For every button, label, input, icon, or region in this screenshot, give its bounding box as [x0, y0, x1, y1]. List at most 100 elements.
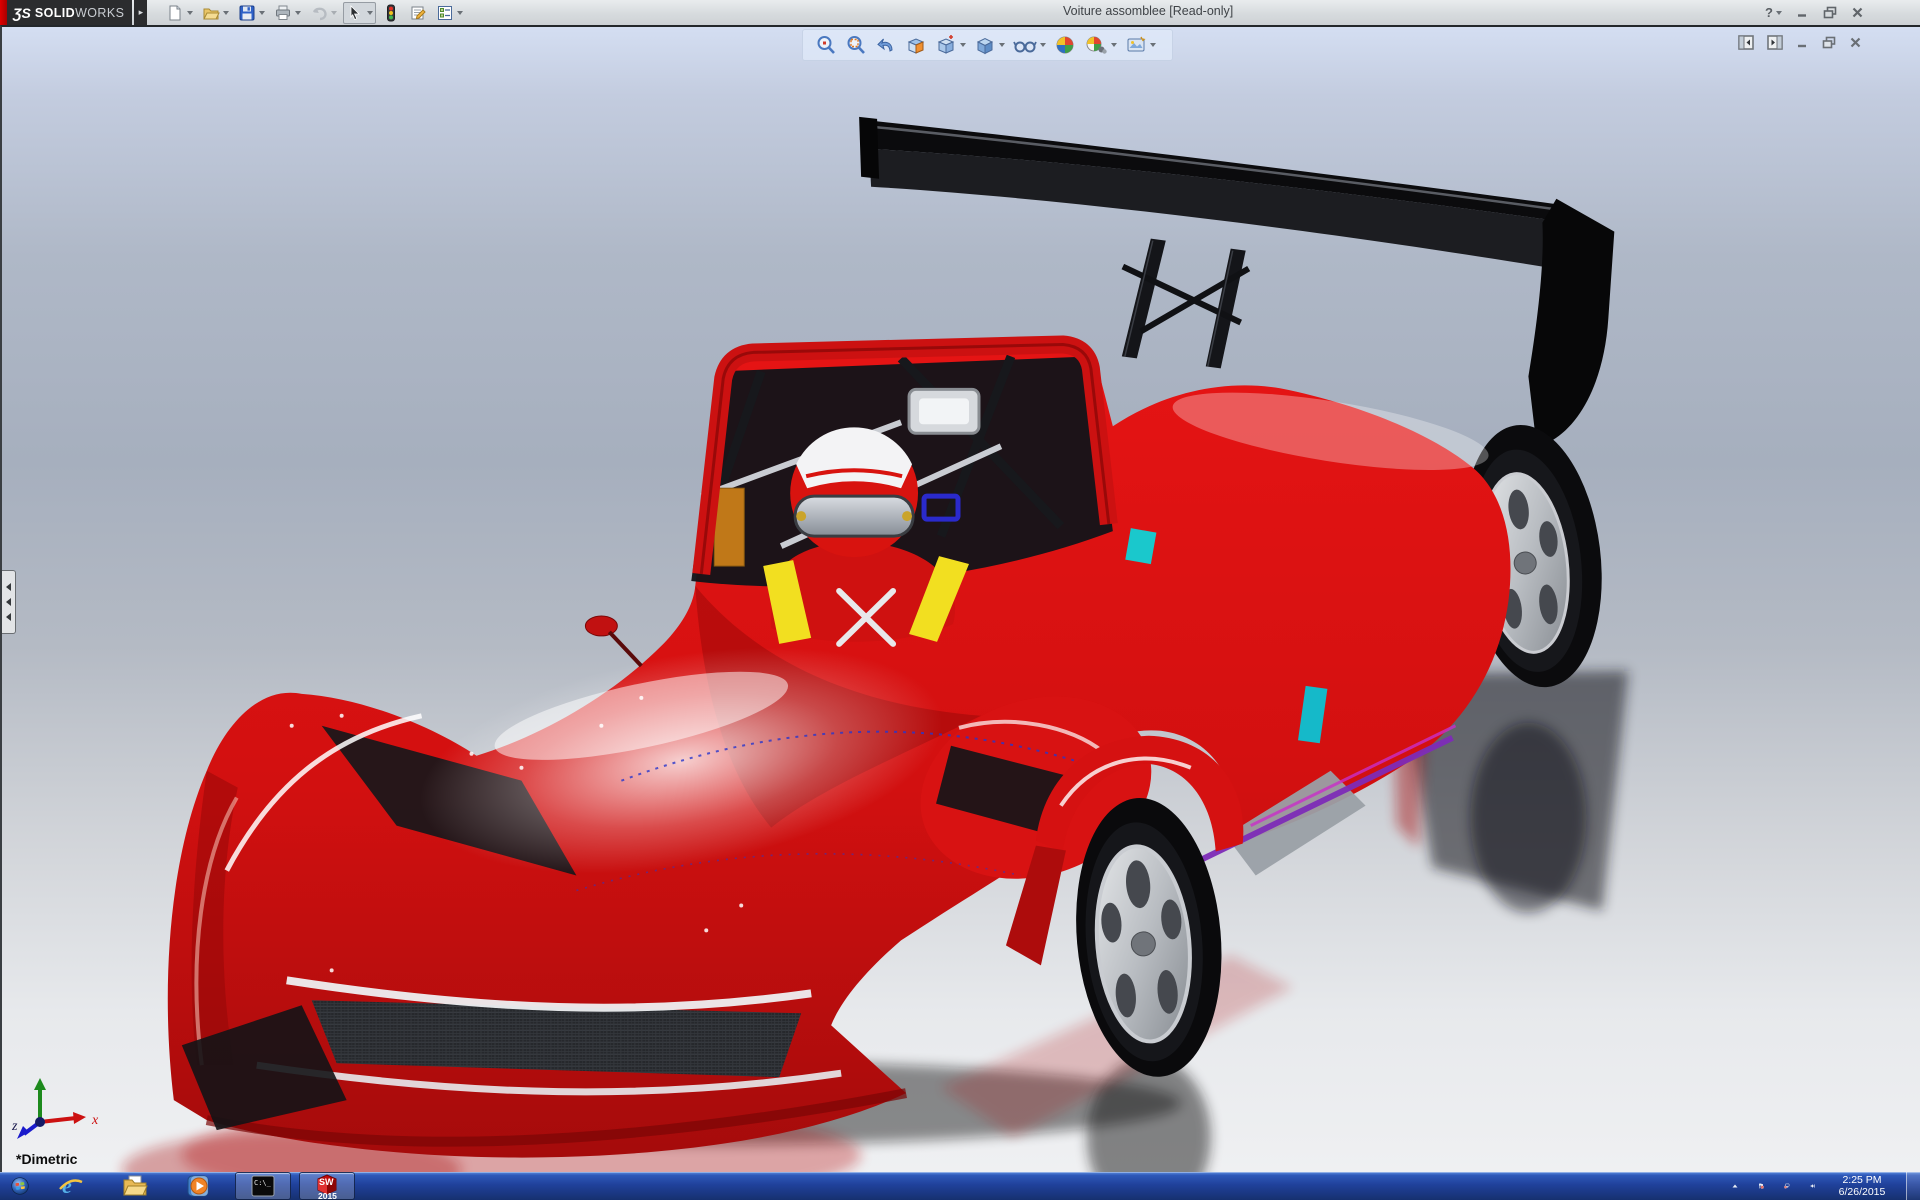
volume-button[interactable] [1804, 1174, 1822, 1198]
taskbar-solidworks-2015[interactable]: SW 2015 [299, 1172, 355, 1200]
taskbar-clock[interactable]: 2:25 PM 6/26/2015 [1830, 1174, 1894, 1198]
speaker-icon [1810, 1177, 1816, 1195]
window-title: Voiture assomblee [Read-only] [1063, 4, 1233, 18]
close-icon [1849, 36, 1862, 49]
triad-z-label: z [11, 1119, 18, 1134]
restore-button[interactable] [1823, 6, 1837, 19]
view-orientation-button[interactable] [933, 33, 968, 57]
command-prompt-icon: C:\_ [250, 1173, 276, 1199]
file-properties-button[interactable] [406, 2, 430, 24]
start-button[interactable] [5, 1172, 35, 1200]
appearance-ball-icon [1054, 34, 1076, 56]
rebuild-button[interactable] [379, 2, 403, 24]
dropdown-caret-icon[interactable] [187, 11, 193, 15]
zoom-to-area-button[interactable] [843, 33, 869, 57]
apply-scene-icon [1084, 34, 1108, 56]
undo-button[interactable] [307, 2, 340, 24]
save-button[interactable] [235, 2, 268, 24]
note-pencil-icon [409, 4, 427, 22]
triad-x-label: x [91, 1113, 99, 1128]
menu-flyout-arrow[interactable]: ▸ [134, 0, 147, 25]
action-center-flag-icon [1758, 1177, 1764, 1195]
dropdown-caret-icon[interactable] [1040, 43, 1046, 47]
dropdown-caret-icon[interactable] [999, 43, 1005, 47]
previous-view-button[interactable] [873, 33, 899, 57]
show-desktop-button[interactable] [1906, 1172, 1920, 1200]
taskbar-internet-explorer[interactable]: e [43, 1172, 99, 1200]
clock-time: 2:25 PM [1830, 1174, 1894, 1186]
dropdown-caret-icon[interactable] [259, 11, 265, 15]
doc-restore-button[interactable] [1822, 36, 1836, 49]
hide-show-items-button[interactable] [1011, 33, 1048, 57]
options-button[interactable] [433, 2, 466, 24]
car-3d-model[interactable] [2, 27, 1920, 1172]
feature-panel-collapse-tab[interactable] [2, 570, 16, 634]
close-button[interactable] [1851, 6, 1864, 19]
graphics-area[interactable]: x z *Dimetric [0, 25, 1920, 1172]
network-status-button[interactable] [1778, 1174, 1796, 1198]
wing-struts [1122, 239, 1249, 369]
collapse-arrow-icon [6, 613, 11, 621]
new-document-icon [166, 4, 184, 22]
taskbar-command-prompt[interactable]: C:\_ [235, 1172, 291, 1200]
standard-toolbar [163, 0, 469, 25]
close-icon [1851, 6, 1864, 19]
section-view-button[interactable] [903, 33, 929, 57]
previous-view-icon [875, 34, 897, 56]
dropdown-caret-icon[interactable] [457, 11, 463, 15]
apply-scene-button[interactable] [1082, 33, 1119, 57]
zoom-to-fit-icon [815, 34, 837, 56]
folder-icon [122, 1173, 148, 1199]
titlebar: ƷS SOLID WORKS ▸ [0, 0, 1920, 25]
minimize-button[interactable] [1796, 6, 1809, 19]
zoom-to-fit-button[interactable] [813, 33, 839, 57]
dropdown-caret-icon[interactable] [295, 11, 301, 15]
internet-explorer-icon: e [58, 1173, 84, 1199]
select-tool-button[interactable] [343, 2, 376, 24]
zoom-to-area-icon [845, 34, 867, 56]
edit-appearance-button[interactable] [1052, 33, 1078, 57]
helmet [790, 427, 918, 557]
help-label: ? [1765, 5, 1773, 20]
solidworks-logo: ƷS SOLID WORKS [7, 0, 132, 25]
restore-icon [1822, 36, 1836, 49]
restore-icon [1823, 6, 1837, 19]
doc-close-button[interactable] [1849, 36, 1862, 49]
cmd-badge: C:\_ [254, 1179, 272, 1187]
solidworks-logo-mark: ƷS [13, 5, 31, 21]
show-right-pane-button[interactable] [1767, 35, 1783, 50]
print-button[interactable] [271, 2, 304, 24]
dropdown-caret-icon[interactable] [331, 11, 337, 15]
show-left-pane-button[interactable] [1738, 35, 1754, 50]
doc-minimize-button[interactable] [1796, 36, 1809, 49]
help-button[interactable]: ? [1765, 5, 1782, 20]
open-button[interactable] [199, 2, 232, 24]
taskbar: e C:\_ [0, 1172, 1920, 1200]
undo-icon [310, 4, 328, 22]
dropdown-caret-icon[interactable] [1111, 43, 1117, 47]
dropdown-caret-icon[interactable] [223, 11, 229, 15]
dropdown-caret-icon[interactable] [1150, 43, 1156, 47]
show-hidden-icons-button[interactable] [1726, 1174, 1744, 1198]
dropdown-caret-icon[interactable] [367, 11, 373, 15]
system-tray: 2:25 PM 6/26/2015 [1726, 1172, 1920, 1200]
new-document-button[interactable] [163, 2, 196, 24]
dropdown-caret-icon[interactable] [1776, 11, 1782, 15]
left-pane-icon [1738, 35, 1754, 50]
print-icon [274, 4, 292, 22]
orientation-triad: x z [10, 1074, 110, 1144]
clock-date: 6/26/2015 [1830, 1186, 1894, 1198]
sw-year: 2015 [318, 1191, 337, 1200]
action-center-button[interactable] [1752, 1174, 1770, 1198]
view-orientation-icon [935, 34, 957, 56]
eyeglasses-icon [1013, 34, 1037, 56]
heads-up-view-toolbar [802, 29, 1173, 61]
collapse-arrow-icon [6, 583, 11, 591]
taskbar-media-player[interactable] [171, 1172, 227, 1200]
view-settings-button[interactable] [1123, 33, 1158, 57]
dropdown-caret-icon[interactable] [960, 43, 966, 47]
display-style-button[interactable] [972, 33, 1007, 57]
right-pane-icon [1767, 35, 1783, 50]
solidworks-logo-text-light: WORKS [75, 6, 124, 20]
taskbar-windows-explorer[interactable] [107, 1172, 163, 1200]
